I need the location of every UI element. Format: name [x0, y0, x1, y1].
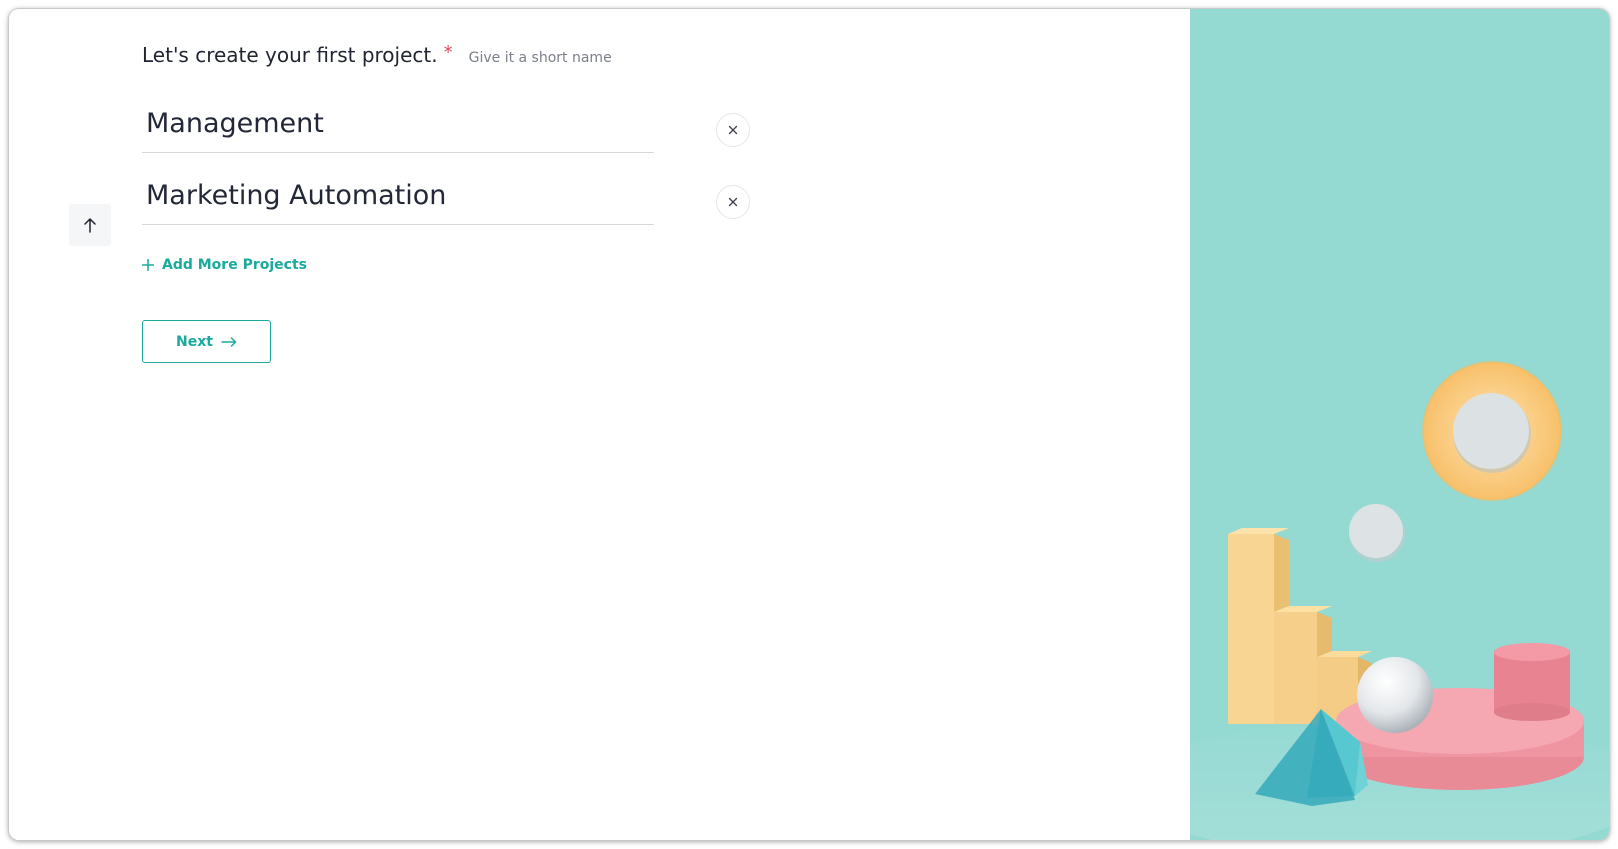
- form-pane: Let's create your first project. * Give …: [9, 9, 1190, 840]
- add-more-projects-link[interactable]: Add More Projects: [142, 257, 307, 273]
- next-button[interactable]: Next: [142, 320, 271, 363]
- plus-icon: [142, 259, 154, 271]
- project-name-field: [142, 97, 654, 153]
- illustration-panel: [1190, 9, 1609, 840]
- project-row-1: [142, 97, 872, 161]
- required-marker: *: [443, 42, 453, 63]
- arrow-right-icon: [221, 336, 237, 347]
- remove-project-button[interactable]: [716, 185, 750, 219]
- close-icon: [728, 125, 738, 135]
- add-more-projects-label: Add More Projects: [162, 257, 307, 273]
- decorative-3d-shapes-illustration: [1190, 361, 1609, 840]
- project-row-2: [142, 169, 872, 233]
- close-icon: [728, 197, 738, 207]
- project-name-field: [142, 169, 654, 225]
- arrow-up-icon: [84, 218, 96, 233]
- app-window: Let's create your first project. * Give …: [9, 9, 1609, 840]
- question-text: Let's create your first project.: [142, 43, 438, 67]
- next-button-label: Next: [176, 333, 213, 350]
- project-name-input[interactable]: [142, 97, 654, 149]
- previous-question-button[interactable]: [69, 204, 111, 246]
- question-header: Let's create your first project. * Give …: [142, 42, 612, 67]
- remove-project-button[interactable]: [716, 113, 750, 147]
- question-hint: Give it a short name: [468, 50, 612, 66]
- project-name-input[interactable]: [142, 169, 654, 221]
